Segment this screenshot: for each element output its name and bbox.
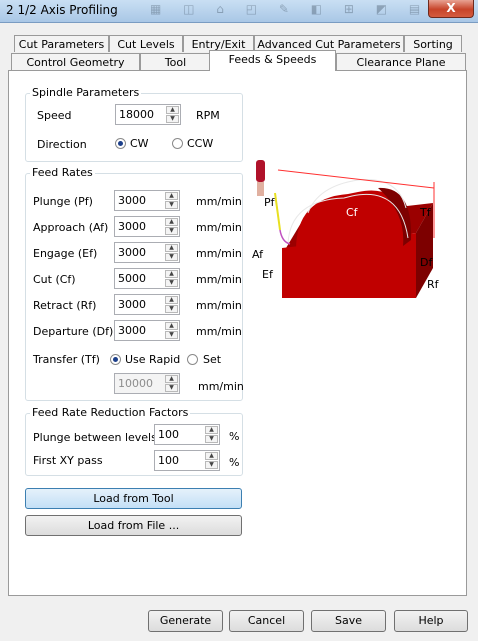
cut-up-arrow-icon[interactable]: ▲ bbox=[165, 270, 178, 278]
approach-up-arrow-icon[interactable]: ▲ bbox=[165, 218, 178, 226]
approach-value: 3000 bbox=[118, 220, 146, 233]
reduction-factors-title: Feed Rate Reduction Factors bbox=[30, 406, 191, 419]
retract-value: 3000 bbox=[118, 298, 146, 311]
spindle-parameters-title: Spindle Parameters bbox=[30, 86, 142, 99]
transfer-label: Transfer (Tf) bbox=[33, 353, 100, 366]
cancel-button[interactable]: Cancel bbox=[229, 610, 304, 632]
speed-label: Speed bbox=[37, 109, 72, 122]
help-button[interactable]: Help bbox=[394, 610, 468, 632]
plunge-unit: mm/min bbox=[196, 195, 242, 208]
use-rapid-radio[interactable] bbox=[110, 354, 121, 365]
cut-down-arrow-icon[interactable]: ▼ bbox=[165, 279, 178, 287]
plunge-down-arrow-icon[interactable]: ▼ bbox=[165, 201, 178, 209]
cf-label: Cf bbox=[346, 206, 359, 219]
cut-label: Cut (Cf) bbox=[33, 273, 76, 286]
ef-label: Ef bbox=[262, 268, 274, 281]
df-label: Df bbox=[420, 256, 433, 269]
engage-spinner[interactable]: 3000 ▲ ▼ bbox=[114, 242, 180, 263]
plunge-between-levels-value: 100 bbox=[158, 428, 179, 441]
transfer-spinner: 10000 ▲ ▼ bbox=[114, 373, 180, 394]
first-xy-pass-value: 100 bbox=[158, 454, 179, 467]
transfer-value: 10000 bbox=[118, 377, 153, 390]
speed-unit: RPM bbox=[196, 109, 220, 122]
retract-unit: mm/min bbox=[196, 299, 242, 312]
speed-down-arrow-icon[interactable]: ▼ bbox=[166, 115, 179, 123]
plunge-spinner[interactable]: 3000 ▲ ▼ bbox=[114, 190, 180, 211]
departure-value: 3000 bbox=[118, 324, 146, 337]
plunge-between-percent: % bbox=[229, 430, 240, 443]
cut-spinner[interactable]: 5000 ▲ ▼ bbox=[114, 268, 180, 289]
engage-down-arrow-icon[interactable]: ▼ bbox=[165, 253, 178, 261]
selected-dot-icon bbox=[113, 357, 118, 362]
selected-dot-icon bbox=[118, 141, 123, 146]
retract-up-arrow-icon[interactable]: ▲ bbox=[165, 296, 178, 304]
retract-spinner[interactable]: 3000 ▲ ▼ bbox=[114, 294, 180, 315]
approach-line bbox=[274, 192, 281, 231]
speed-up-arrow-icon[interactable]: ▲ bbox=[166, 106, 179, 114]
approach-down-arrow-icon[interactable]: ▼ bbox=[165, 227, 178, 235]
ccw-label: CCW bbox=[187, 137, 214, 150]
first-xy-pass-spinner[interactable]: 100 ▲ ▼ bbox=[154, 450, 220, 471]
retract-down-arrow-icon[interactable]: ▼ bbox=[165, 305, 178, 313]
save-button[interactable]: Save bbox=[311, 610, 386, 632]
feeds-diagram: Pf Cf Tf Af Ef Df Rf bbox=[252, 160, 440, 298]
set-radio[interactable] bbox=[187, 354, 198, 365]
rf-label: Rf bbox=[427, 278, 440, 291]
cut-value: 5000 bbox=[118, 272, 146, 285]
approach-unit: mm/min bbox=[196, 221, 242, 234]
plunge-value: 3000 bbox=[118, 194, 146, 207]
speed-spinner[interactable]: 18000 ▲ ▼ bbox=[115, 104, 181, 125]
departure-spinner[interactable]: 3000 ▲ ▼ bbox=[114, 320, 180, 341]
plunge-between-levels-spinner[interactable]: 100 ▲ ▼ bbox=[154, 424, 220, 445]
tf-label: Tf bbox=[419, 206, 432, 219]
cut-unit: mm/min bbox=[196, 273, 242, 286]
approach-spinner[interactable]: 3000 ▲ ▼ bbox=[114, 216, 180, 237]
first-xy-pass-label: First XY pass bbox=[33, 454, 103, 467]
engage-unit: mm/min bbox=[196, 247, 242, 260]
plunge-between-down-arrow-icon[interactable]: ▼ bbox=[205, 435, 218, 443]
departure-unit: mm/min bbox=[196, 325, 242, 338]
plunge-label: Plunge (Pf) bbox=[33, 195, 93, 208]
cw-radio[interactable] bbox=[115, 138, 126, 149]
ccw-radio[interactable] bbox=[172, 138, 183, 149]
first-xy-down-arrow-icon[interactable]: ▼ bbox=[205, 461, 218, 469]
engage-label: Engage (Ef) bbox=[33, 247, 98, 260]
retract-label: Retract (Rf) bbox=[33, 299, 97, 312]
load-from-file-button[interactable]: Load from File ... bbox=[25, 515, 242, 536]
generate-button[interactable]: Generate bbox=[148, 610, 223, 632]
transfer-up-arrow-icon: ▲ bbox=[165, 375, 178, 383]
set-label: Set bbox=[203, 353, 222, 366]
cw-label: CW bbox=[130, 137, 149, 150]
engage-value: 3000 bbox=[118, 246, 146, 259]
af-label: Af bbox=[252, 248, 264, 261]
approach-label: Approach (Af) bbox=[33, 221, 109, 234]
pf-label: Pf bbox=[264, 196, 276, 209]
plunge-between-up-arrow-icon[interactable]: ▲ bbox=[205, 426, 218, 434]
speed-value: 18000 bbox=[119, 108, 154, 121]
departure-up-arrow-icon[interactable]: ▲ bbox=[165, 322, 178, 330]
first-xy-up-arrow-icon[interactable]: ▲ bbox=[205, 452, 218, 460]
load-from-tool-button[interactable]: Load from Tool bbox=[25, 488, 242, 509]
tool-tip bbox=[257, 182, 264, 196]
first-xy-percent: % bbox=[229, 456, 240, 469]
use-rapid-label: Use Rapid bbox=[125, 353, 181, 366]
clearance-plane-line bbox=[277, 169, 435, 189]
engage-up-arrow-icon[interactable]: ▲ bbox=[165, 244, 178, 252]
direction-label: Direction bbox=[37, 138, 87, 151]
plunge-between-levels-label: Plunge between levels bbox=[33, 431, 157, 444]
departure-label: Departure (Df) bbox=[33, 325, 114, 338]
tool-shank bbox=[256, 160, 265, 182]
plunge-up-arrow-icon[interactable]: ▲ bbox=[165, 192, 178, 200]
transfer-down-arrow-icon: ▼ bbox=[165, 384, 178, 392]
departure-down-arrow-icon[interactable]: ▼ bbox=[165, 331, 178, 339]
feed-rates-title: Feed Rates bbox=[30, 166, 95, 179]
transfer-unit: mm/min bbox=[198, 380, 244, 393]
